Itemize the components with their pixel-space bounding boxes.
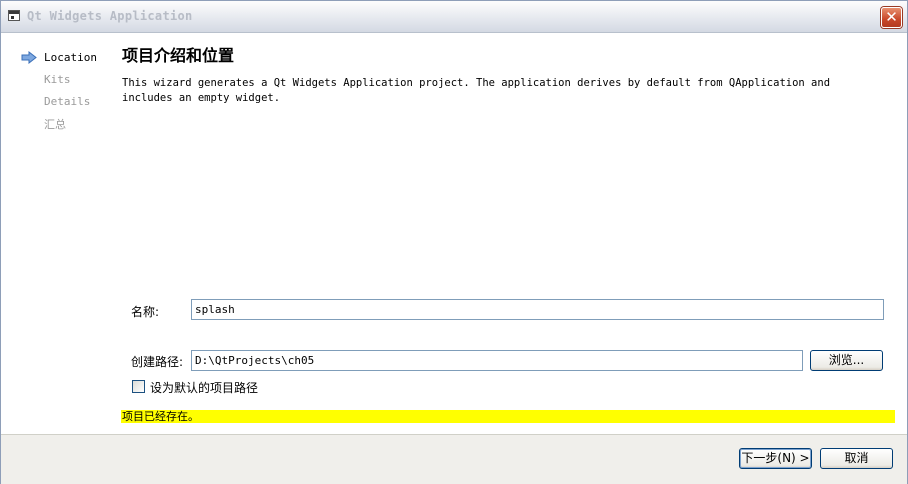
close-icon: ✕	[885, 8, 898, 26]
button-bar: 下一步(N) > 取消	[1, 434, 907, 484]
name-field[interactable]: splash	[191, 299, 884, 320]
default-path-checkbox[interactable]	[132, 380, 145, 393]
name-label: 名称:	[131, 305, 160, 319]
step-details: Details	[44, 95, 91, 108]
next-button[interactable]: 下一步(N) >	[739, 448, 812, 469]
close-button[interactable]: ✕	[881, 7, 902, 28]
step-location: Location	[44, 51, 97, 64]
page-description: This wizard generates a Qt Widgets Appli…	[122, 77, 831, 104]
title-bar[interactable]: Qt Widgets Application ✕	[1, 1, 907, 33]
browse-button[interactable]: 浏览...	[810, 350, 883, 371]
window-icon	[8, 10, 20, 21]
step-kits: Kits	[44, 73, 71, 86]
page-title: 项目介绍和位置	[122, 46, 235, 65]
step-summary: 汇总	[44, 118, 66, 131]
path-label: 创建路径:	[131, 355, 184, 369]
wizard-window: Qt Widgets Application ✕ Location Kits D…	[0, 0, 908, 484]
status-warning: 项目已经存在。	[121, 410, 895, 423]
path-field[interactable]: D:\QtProjects\ch05	[191, 350, 803, 371]
default-path-checkbox-label[interactable]: 设为默认的项目路径	[150, 379, 258, 396]
arrow-right-icon	[21, 51, 37, 64]
window-title: Qt Widgets Application	[27, 9, 193, 23]
cancel-button[interactable]: 取消	[820, 448, 893, 469]
